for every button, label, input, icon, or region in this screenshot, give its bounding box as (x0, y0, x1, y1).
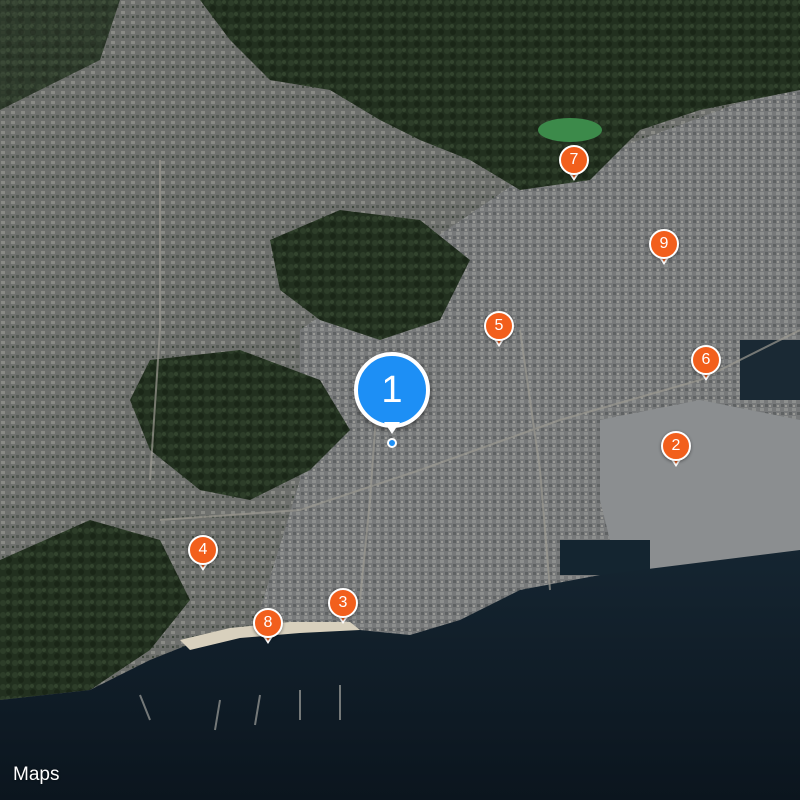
pin-label: 3 (328, 588, 358, 618)
map-pin-2[interactable]: 2 (661, 431, 691, 467)
map-pin-4[interactable]: 4 (188, 535, 218, 571)
pin-label: 7 (559, 145, 589, 175)
pin-label: 1 (354, 352, 430, 428)
pin-label: 8 (253, 608, 283, 638)
map-pin-9[interactable]: 9 (649, 229, 679, 265)
location-dot (387, 438, 397, 448)
map-view[interactable]: 1 2 3 4 5 6 7 8 9 Maps (0, 0, 800, 800)
pin-label: 9 (649, 229, 679, 259)
map-pin-6[interactable]: 6 (691, 345, 721, 381)
attribution-label: Maps (13, 764, 60, 785)
pin-label: 6 (691, 345, 721, 375)
map-pin-3[interactable]: 3 (328, 588, 358, 624)
pin-label: 4 (188, 535, 218, 565)
map-pin-1[interactable]: 1 (354, 352, 430, 452)
maps-attribution[interactable]: Maps (12, 764, 59, 786)
map-pin-8[interactable]: 8 (253, 608, 283, 644)
pin-label: 2 (661, 431, 691, 461)
map-pin-7[interactable]: 7 (559, 145, 589, 181)
pin-pointer (384, 422, 400, 434)
pin-label: 5 (484, 311, 514, 341)
map-pin-5[interactable]: 5 (484, 311, 514, 347)
